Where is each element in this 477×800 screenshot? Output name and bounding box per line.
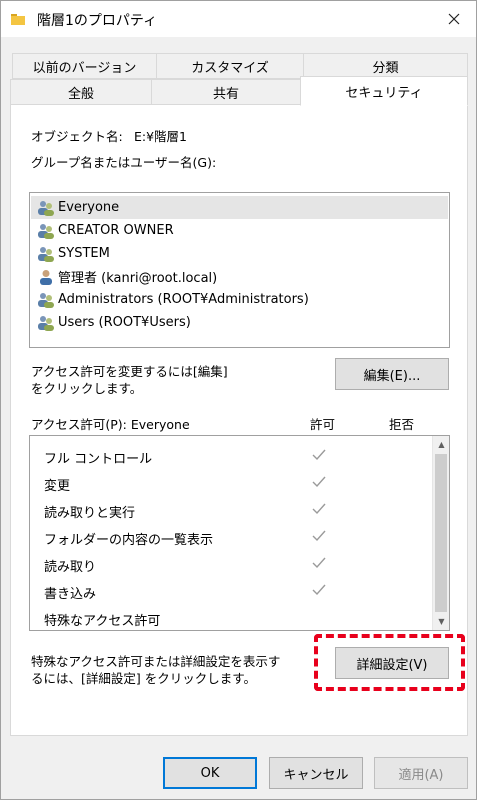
permission-row: 読み取り (30, 550, 433, 577)
permission-name: フォルダーの内容の一覧表示 (44, 533, 214, 548)
principal-name: Administrators (ROOT¥Administrators) (58, 292, 309, 307)
permissions-label: アクセス許可(P): Everyone (31, 417, 190, 432)
permission-name: 変更 (44, 479, 71, 494)
list-item[interactable]: Administrators (ROOT¥Administrators) (31, 288, 448, 311)
group-list-label: グループ名またはユーザー名(G): (31, 155, 217, 170)
tab-general[interactable]: 全般 (10, 79, 152, 105)
user-icon (40, 269, 52, 285)
permission-name: 読み取りと実行 (44, 506, 136, 521)
scroll-up-icon[interactable]: ▲ (433, 436, 449, 453)
users-group-icon (38, 200, 54, 216)
permission-row: 特殊なアクセス許可 (30, 604, 433, 630)
allow-check-icon (312, 449, 326, 461)
list-item[interactable]: SYSTEM (31, 242, 448, 265)
allow-check-icon (312, 476, 326, 488)
allow-check-icon (312, 584, 326, 596)
list-item[interactable]: 管理者 (kanri@root.local) (31, 265, 448, 288)
object-name-value: E:¥階層1 (134, 129, 188, 144)
edit-button[interactable]: 編集(E)... (335, 358, 449, 390)
permission-name: 書き込み (44, 587, 97, 602)
users-group-icon (38, 246, 54, 262)
tab-previous-versions[interactable]: 以前のバージョン (12, 53, 157, 79)
allow-check-icon (312, 557, 326, 569)
ok-button[interactable]: OK (163, 757, 257, 789)
scroll-thumb[interactable] (435, 454, 447, 612)
properties-dialog: 階層1のプロパティ 以前のバージョン カスタマイズ 分類 全般 共有 セキュリテ… (0, 0, 477, 800)
principal-name: Users (ROOT¥Users) (58, 315, 191, 330)
title-bar: 階層1のプロパティ (1, 1, 476, 37)
list-item[interactable]: Everyone (31, 196, 448, 219)
permission-name: 読み取り (44, 560, 97, 575)
permission-row: 変更 (30, 469, 433, 496)
close-icon (448, 13, 460, 25)
permission-name: 特殊なアクセス許可 (44, 614, 161, 629)
users-group-icon (38, 292, 54, 308)
permission-row: フル コントロール (30, 442, 433, 469)
tab-sharing[interactable]: 共有 (151, 79, 301, 105)
scroll-down-icon[interactable]: ▼ (433, 613, 449, 630)
apply-button[interactable]: 適用(A) (374, 757, 468, 789)
list-item[interactable]: CREATOR OWNER (31, 219, 448, 242)
permission-row: 読み取りと実行 (30, 496, 433, 523)
allow-column-header: 許可 (310, 417, 336, 432)
users-group-icon (38, 315, 54, 331)
principal-name: Everyone (58, 200, 120, 215)
tab-security[interactable]: セキュリティ (300, 76, 468, 106)
principal-name: 管理者 (kanri@root.local) (58, 271, 218, 286)
object-name-label: オブジェクト名: (31, 129, 123, 144)
window-title: 階層1のプロパティ (37, 13, 158, 29)
principal-name: CREATOR OWNER (58, 223, 174, 238)
tab-customize[interactable]: カスタマイズ (156, 53, 304, 79)
principal-name: SYSTEM (58, 246, 110, 261)
advanced-button[interactable]: 詳細設定(V) (335, 647, 449, 679)
cancel-button[interactable]: キャンセル (269, 757, 363, 789)
deny-column-header: 拒否 (389, 417, 415, 432)
list-item[interactable]: Users (ROOT¥Users) (31, 311, 448, 334)
permission-name: フル コントロール (44, 452, 153, 467)
advanced-hint-line2: るには、[詳細設定] をクリックします。 (31, 671, 256, 686)
allow-check-icon (312, 530, 326, 542)
permission-row: フォルダーの内容の一覧表示 (30, 523, 433, 550)
principal-list[interactable]: Everyone CREATOR OWNER SYSTEM 管理者 (kanri… (29, 192, 450, 348)
folder-icon (11, 14, 25, 25)
edit-hint-line2: をクリックします。 (31, 381, 143, 396)
scrollbar[interactable]: ▲ ▼ (432, 436, 449, 630)
permission-list[interactable]: フル コントロール 変更読み取りと実行フォルダーの内容の一覧表示 読み取り書き込み特… (29, 435, 450, 631)
close-button[interactable] (432, 1, 476, 37)
users-group-icon (38, 223, 54, 239)
permission-row: 書き込み (30, 577, 433, 604)
allow-check-icon (312, 503, 326, 515)
